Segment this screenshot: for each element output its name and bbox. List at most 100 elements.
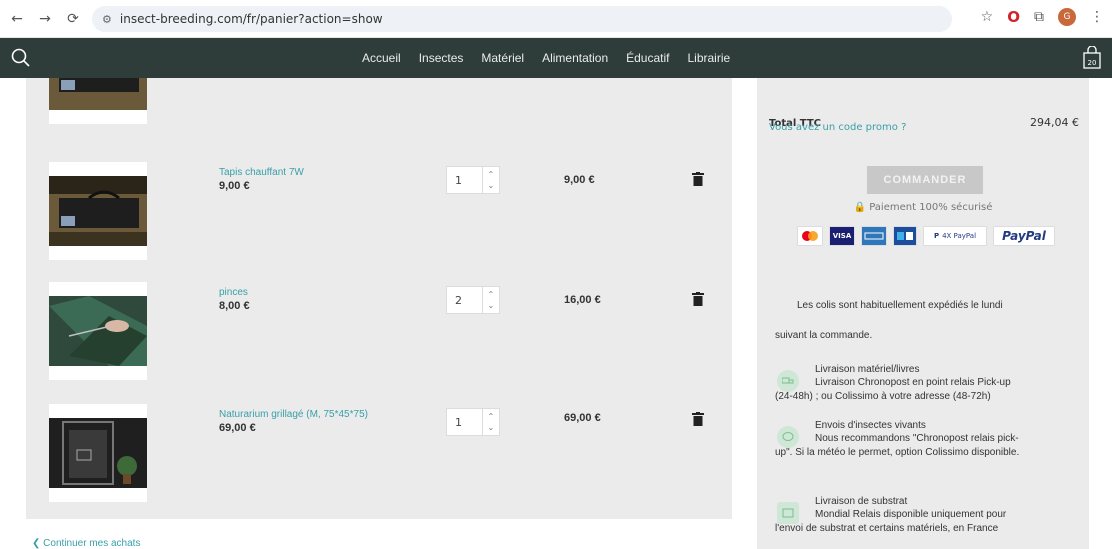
menu-item-educatif[interactable]: Éducatif bbox=[626, 51, 669, 65]
cart-items-panel: Tapis chauffant 7W 9,00 € 1 ⌃ ⌄ 9,00 € pi… bbox=[26, 78, 732, 519]
quantity-arrows[interactable]: ⌃ ⌄ bbox=[481, 287, 499, 313]
shipping-note-continued: suivant la commande. bbox=[775, 330, 873, 341]
cart-count: 20 bbox=[1088, 59, 1097, 67]
line-total: 69,00 € bbox=[564, 412, 601, 424]
main-menu: Accueil Insectes Matériel Alimentation É… bbox=[362, 38, 730, 78]
heating-mat-image bbox=[49, 78, 147, 110]
shipping-title: Livraison matériel/livres bbox=[815, 364, 920, 375]
mastercard-icon bbox=[797, 226, 823, 246]
shipping-desc: Livraison Chronopost en point relais Pic… bbox=[815, 377, 1011, 388]
unit-price: 9,00 € bbox=[219, 180, 250, 192]
unit-price: 69,00 € bbox=[219, 422, 256, 434]
menu-item-accueil[interactable]: Accueil bbox=[362, 51, 401, 65]
chevron-up-icon[interactable]: ⌃ bbox=[488, 169, 495, 180]
heating-mat-image bbox=[49, 176, 147, 246]
paypal-badge: PayPal bbox=[993, 226, 1055, 246]
shipping-desc: Nous recommandons "Chronopost relais pic… bbox=[815, 433, 1019, 444]
reload-icon[interactable]: ⟳ bbox=[62, 8, 84, 30]
trash-icon[interactable] bbox=[692, 412, 704, 426]
quantity-stepper[interactable]: 2 ⌃ ⌄ bbox=[446, 286, 500, 314]
cart-item-partial bbox=[26, 78, 732, 136]
url-text: insect-breeding.com/fr/panier?action=sho… bbox=[119, 12, 383, 26]
product-image[interactable] bbox=[49, 78, 147, 124]
delivery-truck-icon bbox=[777, 370, 799, 392]
menu-item-alimentation[interactable]: Alimentation bbox=[542, 51, 608, 65]
chevron-up-icon[interactable]: ⌃ bbox=[488, 411, 495, 422]
product-image[interactable] bbox=[49, 404, 147, 502]
menu-item-insectes[interactable]: Insectes bbox=[419, 51, 464, 65]
shipping-info-block: Envois d'insectes vivants Nous recommand… bbox=[775, 420, 1075, 486]
quantity-value[interactable]: 2 bbox=[447, 294, 482, 307]
order-button[interactable]: COMMANDER bbox=[867, 166, 983, 194]
trash-icon[interactable] bbox=[692, 292, 704, 306]
shipping-note: Les colis sont habituellement expédiés l… bbox=[797, 300, 1003, 311]
chat-bubble-icon bbox=[777, 426, 799, 448]
chevron-down-icon[interactable]: ⌄ bbox=[488, 300, 495, 311]
shipping-desc-continued: l'envoi de substrat et certains matériel… bbox=[775, 523, 999, 534]
secure-payment-label: 🔒 Paiement 100% sécurisé bbox=[757, 202, 1089, 213]
shipping-desc-continued: (24-48h) ; ou Colissimo à votre adresse … bbox=[775, 391, 991, 402]
product-name-link[interactable]: Tapis chauffant 7W bbox=[219, 167, 304, 178]
cart-item: Naturarium grillagé (M, 75*45*75) 69,00 … bbox=[26, 404, 732, 514]
unit-price: 8,00 € bbox=[219, 300, 250, 312]
shipping-title: Envois d'insectes vivants bbox=[815, 420, 926, 431]
cart-item: Tapis chauffant 7W 9,00 € 1 ⌃ ⌄ 9,00 € bbox=[26, 162, 732, 272]
product-image[interactable] bbox=[49, 282, 147, 380]
quantity-arrows[interactable]: ⌃ ⌄ bbox=[481, 167, 499, 193]
lock-icon: 🔒 bbox=[853, 202, 867, 213]
product-image[interactable] bbox=[49, 162, 147, 260]
menu-item-materiel[interactable]: Matériel bbox=[481, 51, 524, 65]
naturarium-image bbox=[49, 418, 147, 488]
package-icon bbox=[777, 502, 799, 524]
extensions-icon[interactable]: ⧉ bbox=[1034, 9, 1044, 25]
continue-shopping-label: Continuer mes achats bbox=[43, 538, 141, 549]
avatar[interactable]: G bbox=[1058, 8, 1076, 26]
browser-toolbar: ← → ⟳ ⚙ insect-breeding.com/fr/panier?ac… bbox=[0, 0, 1112, 38]
chevron-left-icon: ❮ bbox=[32, 538, 41, 549]
browser-menu-icon[interactable]: ⋮ bbox=[1090, 9, 1104, 25]
chevron-up-icon[interactable]: ⌃ bbox=[488, 289, 495, 300]
line-total: 16,00 € bbox=[564, 294, 601, 306]
back-icon[interactable]: ← bbox=[6, 8, 28, 30]
address-bar[interactable]: ⚙ insect-breeding.com/fr/panier?action=s… bbox=[92, 6, 952, 32]
quantity-arrows[interactable]: ⌃ ⌄ bbox=[481, 409, 499, 435]
continue-shopping-link[interactable]: ❮ Continuer mes achats bbox=[32, 538, 140, 549]
paypal-icon: P bbox=[933, 232, 940, 240]
line-total: 9,00 € bbox=[564, 174, 595, 186]
promo-code-link[interactable]: Vous avez un code promo ? bbox=[769, 122, 906, 133]
chevron-down-icon[interactable]: ⌄ bbox=[488, 422, 495, 433]
shipping-desc-continued: up". Si la météo le permet, option Colis… bbox=[775, 447, 1020, 458]
forward-icon[interactable]: → bbox=[34, 8, 56, 30]
secure-payment-text: Paiement 100% sécurisé bbox=[869, 202, 993, 213]
amex-icon bbox=[861, 226, 887, 246]
search-icon[interactable] bbox=[10, 47, 32, 69]
quantity-stepper[interactable]: 1 ⌃ ⌄ bbox=[446, 166, 500, 194]
chevron-down-icon[interactable]: ⌄ bbox=[488, 180, 495, 191]
order-summary: Total TTC 294,04 € Vous avez un code pro… bbox=[757, 78, 1089, 549]
total-value: 294,04 € bbox=[1030, 116, 1079, 129]
shipping-info-block: Livraison matériel/livres Livraison Chro… bbox=[775, 364, 1075, 414]
quantity-stepper[interactable]: 1 ⌃ ⌄ bbox=[446, 408, 500, 436]
browser-actions: ☆ O ⧉ G ⋮ bbox=[981, 8, 1104, 26]
shipping-desc: Mondial Relais disponible uniquement pou… bbox=[815, 509, 1007, 520]
shipping-info-block: Livraison de substrat Mondial Relais dis… bbox=[775, 496, 1075, 546]
paypal-4x-badge: P 4X PayPal bbox=[923, 226, 987, 246]
visa-icon: VISA bbox=[829, 226, 855, 246]
site-info-icon[interactable]: ⚙ bbox=[102, 13, 112, 26]
site-navigation: Accueil Insectes Matériel Alimentation É… bbox=[0, 38, 1112, 78]
shipping-title: Livraison de substrat bbox=[815, 496, 908, 507]
tweezers-image bbox=[49, 296, 147, 366]
quantity-value[interactable]: 1 bbox=[447, 416, 482, 429]
carte-bancaire-icon bbox=[893, 226, 917, 246]
bookmark-star-icon[interactable]: ☆ bbox=[981, 9, 994, 25]
cart-item: pinces 8,00 € 2 ⌃ ⌄ 16,00 € bbox=[26, 282, 732, 392]
payment-methods: VISA P 4X PayPal PayPal bbox=[797, 226, 1055, 246]
trash-icon[interactable] bbox=[692, 172, 704, 186]
opera-icon[interactable]: O bbox=[1007, 8, 1020, 26]
quantity-value[interactable]: 1 bbox=[447, 174, 482, 187]
product-name-link[interactable]: Naturarium grillagé (M, 75*45*75) bbox=[219, 409, 368, 420]
paypal-4x-label: 4X PayPal bbox=[942, 232, 977, 240]
menu-item-librairie[interactable]: Librairie bbox=[687, 51, 730, 65]
product-name-link[interactable]: pinces bbox=[219, 287, 248, 298]
shopping-bag-icon[interactable]: 20 bbox=[1082, 46, 1102, 70]
